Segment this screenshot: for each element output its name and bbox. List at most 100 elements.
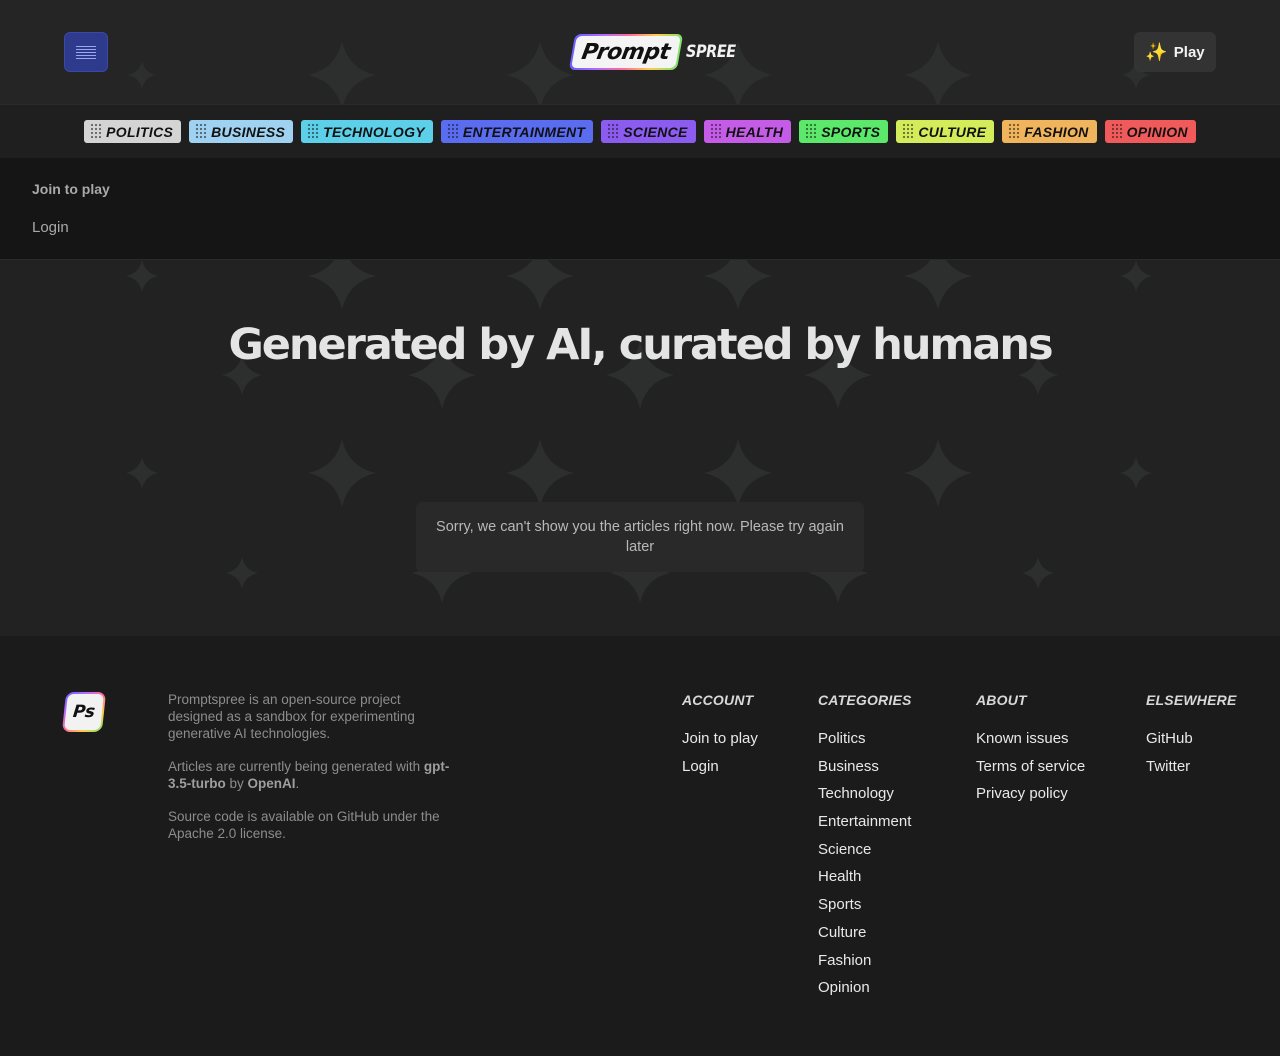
category-pill-fashion[interactable]: FASHION bbox=[1002, 120, 1097, 143]
footer-link[interactable]: Privacy policy bbox=[976, 784, 1085, 812]
dot-pattern-icon bbox=[607, 123, 620, 140]
footer-link[interactable]: Known issues bbox=[976, 729, 1085, 757]
category-pill-label: FASHION bbox=[1024, 123, 1089, 140]
logo-prompt-text: Prompt bbox=[579, 39, 672, 65]
dot-pattern-icon bbox=[446, 123, 459, 140]
category-pill-label: OPINION bbox=[1126, 123, 1188, 140]
footer-logo[interactable]: Ps bbox=[61, 692, 107, 732]
logo-badge: Prompt bbox=[568, 34, 683, 70]
logo-spree-text: SPREE bbox=[685, 42, 736, 62]
star-shape bbox=[1120, 260, 1152, 292]
footer-link[interactable]: Technology bbox=[818, 784, 912, 812]
menu-button[interactable] bbox=[64, 32, 108, 72]
footer-link[interactable]: Politics bbox=[818, 729, 912, 757]
category-pill-politics[interactable]: POLITICS bbox=[84, 120, 182, 143]
category-pill-label: POLITICS bbox=[106, 123, 174, 140]
footer-link[interactable]: GitHub bbox=[1146, 729, 1236, 757]
footer-link[interactable]: Join to play bbox=[682, 729, 758, 757]
star-shape bbox=[506, 439, 574, 507]
hamburger-menu-icon bbox=[76, 45, 96, 47]
login-link[interactable]: Login bbox=[32, 219, 69, 236]
footer-column-categories: CATEGORIES Politics Business Technology Ent… bbox=[818, 692, 912, 1006]
footer-link[interactable]: Opinion bbox=[818, 978, 912, 1006]
footer-column-title: ABOUT bbox=[976, 692, 1027, 708]
star-shape bbox=[1120, 457, 1152, 489]
account-menu: Join to play Login bbox=[0, 158, 1280, 260]
site-footer: Ps Promptspree is an open-source project… bbox=[0, 636, 1280, 1056]
footer-about: Promptspree is an open-source project de… bbox=[168, 691, 458, 858]
category-pill-culture[interactable]: CULTURE bbox=[896, 120, 995, 143]
footer-link[interactable]: Fashion bbox=[818, 951, 912, 979]
ps-logo-icon: Ps bbox=[64, 694, 104, 730]
category-pill-technology[interactable]: TECHNOLOGY bbox=[301, 120, 433, 143]
dot-pattern-icon bbox=[709, 123, 722, 140]
footer-column-title: CATEGORIES bbox=[818, 692, 912, 708]
sparkles-icon: ✨ bbox=[1145, 42, 1168, 62]
dot-pattern-icon bbox=[307, 123, 320, 140]
category-pill-label: ENTERTAINMENT bbox=[462, 123, 586, 140]
star-shape bbox=[704, 260, 772, 310]
category-pill-opinion[interactable]: OPINION bbox=[1104, 120, 1196, 143]
star-shape bbox=[128, 61, 156, 89]
category-pill-science[interactable]: SCIENCE bbox=[601, 120, 696, 143]
star-shape bbox=[506, 260, 574, 310]
star-shape bbox=[1022, 557, 1054, 589]
dot-pattern-icon bbox=[195, 123, 208, 140]
star-pattern-background bbox=[126, 260, 1152, 603]
footer-link[interactable]: Login bbox=[682, 757, 758, 785]
footer-column-elsewhere: ELSEWHERE GitHub Twitter bbox=[1146, 692, 1236, 784]
footer-link[interactable]: Twitter bbox=[1146, 757, 1236, 785]
dot-pattern-icon bbox=[805, 123, 818, 140]
error-notice: Sorry, we can't show you the articles ri… bbox=[416, 502, 864, 572]
category-pill-sports[interactable]: SPORTS bbox=[799, 120, 889, 143]
footer-link[interactable]: Health bbox=[818, 867, 912, 895]
footer-link[interactable]: Science bbox=[818, 840, 912, 868]
footer-column-title: ELSEWHERE bbox=[1146, 692, 1237, 708]
category-pill-entertainment[interactable]: ENTERTAINMENT bbox=[440, 120, 594, 143]
org-name: OpenAI bbox=[247, 776, 296, 791]
star-shape bbox=[308, 260, 376, 310]
dot-pattern-icon bbox=[1110, 123, 1123, 140]
footer-link[interactable]: Business bbox=[818, 757, 912, 785]
about-paragraph: Promptspree is an open-source project de… bbox=[168, 692, 415, 741]
star-shape bbox=[308, 439, 376, 507]
footer-link[interactable]: Sports bbox=[818, 895, 912, 923]
hero-headline: Generated by AI, curated by humans bbox=[228, 320, 1053, 370]
footer-link[interactable]: Culture bbox=[818, 923, 912, 951]
star-shape bbox=[904, 439, 972, 507]
license-paragraph: Source code is available on GitHub under… bbox=[168, 809, 440, 841]
category-pill-label: TECHNOLOGY bbox=[323, 123, 425, 140]
dot-pattern-icon bbox=[902, 123, 915, 140]
star-shape bbox=[704, 439, 772, 507]
footer-column-account: ACCOUNT Join to play Login bbox=[682, 692, 758, 784]
footer-column-about: ABOUT Known issues Terms of service Privac… bbox=[976, 692, 1085, 812]
category-pill-label: CULTURE bbox=[918, 123, 987, 140]
site-logo[interactable]: Prompt SPREE bbox=[568, 33, 744, 71]
hero-section: Generated by AI, curated by humans Sorry… bbox=[0, 260, 1280, 636]
star-shape bbox=[126, 457, 158, 489]
dot-pattern-icon bbox=[90, 123, 103, 140]
footer-link[interactable]: Terms of service bbox=[976, 757, 1085, 785]
site-header: Prompt SPREE ✨ Play bbox=[0, 0, 1280, 104]
error-message: Sorry, we can't show you the articles ri… bbox=[436, 519, 844, 555]
category-pill-label: SPORTS bbox=[821, 123, 881, 140]
star-shape bbox=[126, 260, 158, 292]
about-model-paragraph: Articles are currently being generated w… bbox=[168, 759, 450, 791]
star-shape bbox=[904, 260, 972, 310]
star-shape bbox=[308, 41, 376, 104]
play-button-label: Play bbox=[1173, 43, 1205, 61]
category-pill-health[interactable]: HEALTH bbox=[703, 120, 792, 143]
star-shape bbox=[226, 557, 258, 589]
dot-pattern-icon bbox=[1008, 123, 1021, 140]
category-pill-label: SCIENCE bbox=[623, 123, 688, 140]
category-pill-label: HEALTH bbox=[725, 123, 784, 140]
category-pill-label: BUSINESS bbox=[211, 123, 286, 140]
star-shape bbox=[904, 41, 972, 104]
category-nav: POLITICS BUSINESS TECHNOLOGY ENTERTAINMENT S… bbox=[0, 104, 1280, 158]
category-pill-business[interactable]: BUSINESS bbox=[189, 120, 294, 143]
footer-column-title: ACCOUNT bbox=[682, 692, 754, 708]
play-button[interactable]: ✨ Play bbox=[1134, 32, 1216, 72]
footer-link[interactable]: Entertainment bbox=[818, 812, 912, 840]
join-to-play-link[interactable]: Join to play bbox=[32, 181, 110, 197]
star-shape bbox=[506, 41, 574, 104]
